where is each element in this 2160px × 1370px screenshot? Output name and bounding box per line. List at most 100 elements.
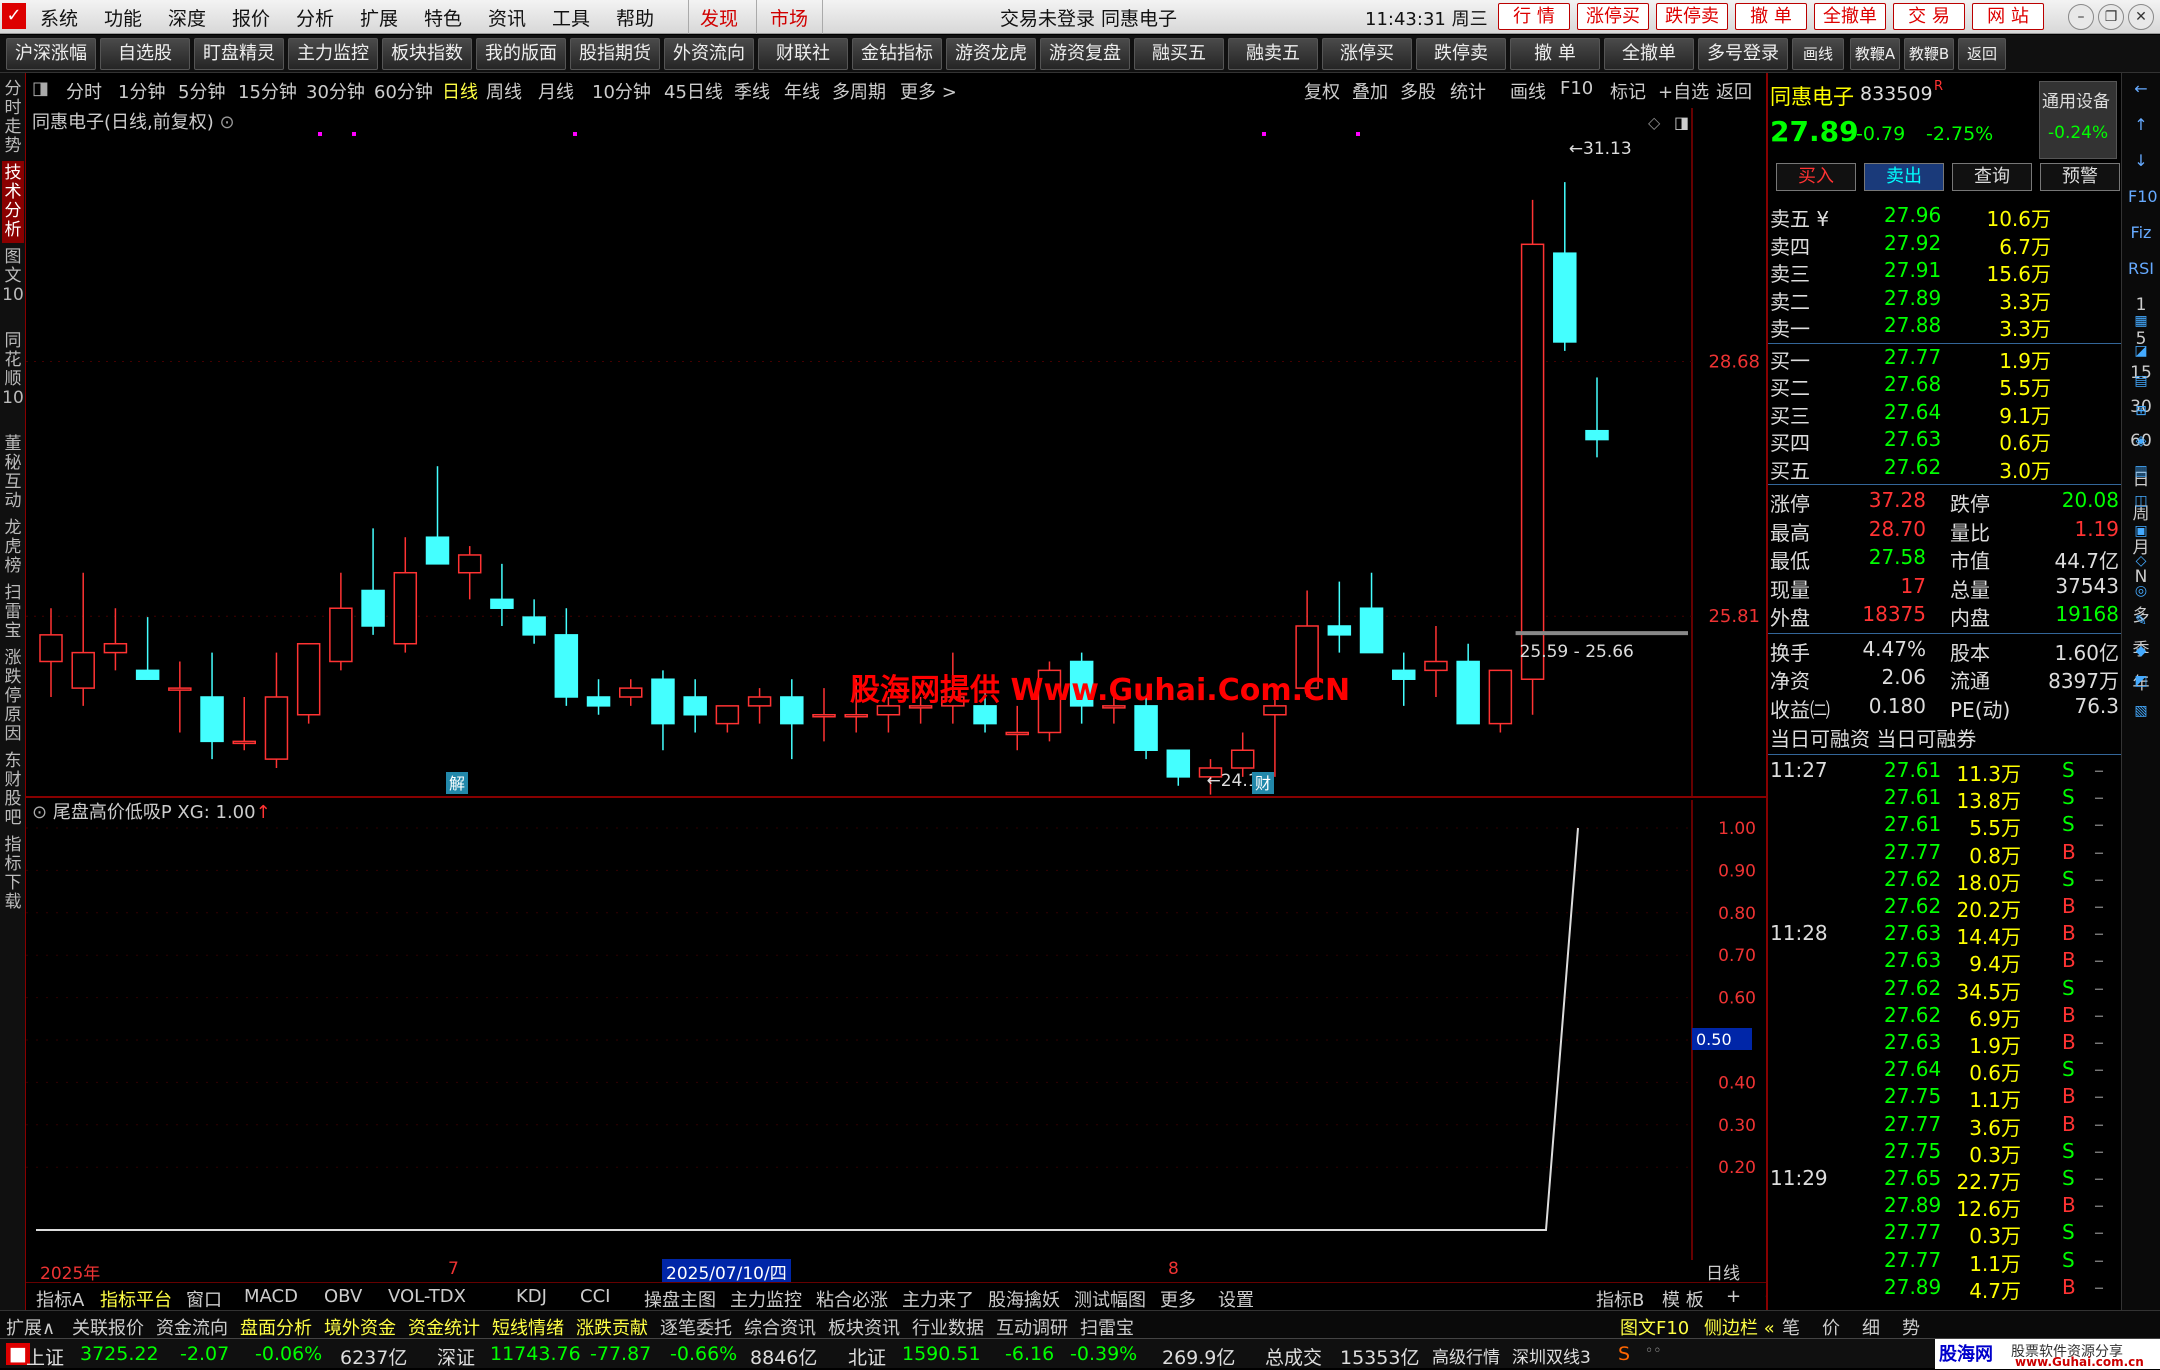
top-button-3[interactable]: 撤 单 [1735, 3, 1807, 30]
tool-icon[interactable]: ▥ [2128, 463, 2154, 479]
menu-item-10[interactable]: 发现 [700, 4, 738, 31]
indicator-tab-15[interactable]: 设置 [1218, 1286, 1254, 1312]
tool-icon[interactable]: ◫ [2128, 493, 2154, 509]
period-0[interactable]: 分时 [66, 78, 102, 104]
diamond-icon[interactable]: ◇ [1648, 113, 1661, 132]
tool-icon[interactable]: ▤ [2128, 373, 2154, 389]
period-6[interactable]: 日线 [442, 78, 478, 104]
indicator-tab-5[interactable]: VOL-TDX [388, 1286, 466, 1307]
period-10[interactable]: 45日线 [664, 78, 723, 104]
toolbar-button-5[interactable]: 我的版面 [476, 38, 566, 70]
tool-icon[interactable]: ◆ [2128, 643, 2154, 659]
ext-tab-11[interactable]: 行业数据 [912, 1314, 984, 1340]
chart-tool-2[interactable]: 多股 [1400, 78, 1436, 104]
window-toggle-icon[interactable]: ◨ [1674, 113, 1689, 132]
indicator-tab-4[interactable]: OBV [324, 1286, 362, 1307]
tool-icon[interactable]: ◈ [2128, 433, 2154, 449]
ext-tab-right-2[interactable]: 笔 [1782, 1314, 1800, 1340]
menu-item-2[interactable]: 深度 [168, 4, 206, 31]
period-1[interactable]: 1分钟 [118, 78, 165, 104]
minimize-icon[interactable]: – [2068, 4, 2094, 30]
toolbar-button-11[interactable]: 游资复盘 [1040, 38, 1130, 70]
period-8[interactable]: 月线 [538, 78, 574, 104]
indicator-tab-right-0[interactable]: 指标B [1596, 1286, 1644, 1312]
ext-tab-7[interactable]: 涨跌贡献 [576, 1314, 648, 1340]
period-2[interactable]: 5分钟 [178, 78, 225, 104]
chart-tool-7[interactable]: +自选 [1658, 78, 1709, 104]
menu-item-8[interactable]: 工具 [552, 4, 590, 31]
period-14[interactable]: 更多 > [900, 78, 957, 104]
toolbar-button-8[interactable]: 财联社 [758, 38, 848, 70]
panel-toggle-icon[interactable]: ◨ [32, 78, 49, 99]
toolbar-button-18[interactable]: 多号登录 [1698, 38, 1788, 70]
period-5[interactable]: 60分钟 [374, 78, 433, 104]
indicator-tab-0[interactable]: 指标A [36, 1286, 84, 1312]
right-icon-1[interactable]: ↑ [2128, 115, 2154, 134]
side-tab-9[interactable]: 指标下载 [2, 833, 24, 915]
menu-item-1[interactable]: 功能 [104, 4, 142, 31]
indicator-tab-2[interactable]: 窗口 [186, 1286, 222, 1312]
tool-icon[interactable]: ▣ [2128, 523, 2154, 539]
tool-icon[interactable]: ⊞ [2128, 403, 2154, 419]
ext-tab-1[interactable]: 关联报价 [72, 1314, 144, 1340]
toolbar-button-16[interactable]: 撤 单 [1510, 38, 1600, 70]
indicator-tab-8[interactable]: 操盘主图 [644, 1286, 716, 1312]
indicator-tab-7[interactable]: CCI [580, 1286, 610, 1307]
toolbar-button-4[interactable]: 板块指数 [382, 38, 472, 70]
ext-tab-0[interactable]: 扩展∧ [6, 1314, 55, 1340]
tool-icon[interactable]: ◩ [2128, 673, 2154, 689]
toolbar-button-20[interactable]: 教鞭A [1850, 38, 1900, 70]
toolbar-button-2[interactable]: 盯盘精灵 [194, 38, 284, 70]
ext-tab-10[interactable]: 板块资讯 [828, 1314, 900, 1340]
chart-tool-3[interactable]: 统计 [1450, 78, 1486, 104]
indicator-chart[interactable]: 1.00 0.90 0.80 0.70 0.60 0.40 0.30 0.20 0.50 [26, 800, 1766, 1260]
ext-tab-right-1[interactable]: 侧边栏 « [1704, 1314, 1775, 1340]
menu-item-11[interactable]: 市场 [770, 4, 808, 31]
indicator-tab-3[interactable]: MACD [244, 1286, 298, 1307]
tool-icon[interactable]: ✎ [2128, 613, 2154, 629]
side-tab-2[interactable]: 图文10 [2, 245, 24, 327]
right-icon-3[interactable]: F10 [2128, 187, 2158, 206]
toolbar-button-0[interactable]: 沪深涨幅 [6, 38, 96, 70]
chart-tool-8[interactable]: 返回 [1716, 78, 1752, 104]
app-logo-icon[interactable]: ✓ [2, 3, 26, 29]
side-tab-1[interactable]: 技术分析 [2, 161, 24, 243]
tool-icon[interactable]: ▦ [2128, 313, 2154, 329]
period-3[interactable]: 15分钟 [238, 78, 297, 104]
indicator-tab-12[interactable]: 股海擒妖 [988, 1286, 1060, 1312]
indicator-tab-13[interactable]: 测试幅图 [1074, 1286, 1146, 1312]
side-tab-4[interactable]: 董秘互动 [2, 432, 24, 514]
period-13[interactable]: 多周期 [832, 78, 886, 104]
menu-item-9[interactable]: 帮助 [616, 4, 654, 31]
trade-button-1[interactable]: 卖出 [1864, 163, 1944, 191]
close-icon[interactable]: ✕ [2128, 4, 2154, 30]
toolbar-button-12[interactable]: 融买五 [1134, 38, 1224, 70]
side-tab-6[interactable]: 扫雷宝 [2, 581, 24, 644]
menu-item-0[interactable]: 系统 [40, 4, 78, 31]
right-icon-6[interactable]: 1 [2128, 295, 2154, 315]
ext-tab-right-5[interactable]: 势 [1902, 1314, 1920, 1340]
ext-tab-4[interactable]: 境外资金 [324, 1314, 396, 1340]
top-button-1[interactable]: 涨停买 [1577, 3, 1649, 30]
period-7[interactable]: 周线 [486, 78, 522, 104]
ext-tab-2[interactable]: 资金流向 [156, 1314, 228, 1340]
toolbar-button-10[interactable]: 游资龙虎 [946, 38, 1036, 70]
side-tab-5[interactable]: 龙虎榜 [2, 516, 24, 579]
weibo-icon[interactable]: S [1618, 1343, 1630, 1365]
toolbar-button-9[interactable]: 金钻指标 [852, 38, 942, 70]
ext-tab-3[interactable]: 盘面分析 [240, 1314, 312, 1340]
trade-button-2[interactable]: 查询 [1952, 163, 2032, 191]
tool-icon[interactable]: ◪ [2128, 343, 2154, 359]
side-tab-3[interactable]: 同花顺10 [2, 329, 24, 430]
right-icon-4[interactable]: Fiz [2128, 223, 2154, 242]
indicator-tab-right-1[interactable]: 模 板 [1662, 1286, 1704, 1312]
ext-tab-5[interactable]: 资金统计 [408, 1314, 480, 1340]
toolbar-button-15[interactable]: 跌停卖 [1416, 38, 1506, 70]
menu-item-6[interactable]: 特色 [424, 4, 462, 31]
right-icon-0[interactable]: ← [2128, 79, 2154, 98]
toolbar-button-19[interactable]: 画线 [1792, 38, 1844, 70]
ext-tab-right-4[interactable]: 细 [1862, 1314, 1880, 1340]
top-button-2[interactable]: 跌停卖 [1656, 3, 1728, 30]
side-tab-8[interactable]: 东财股吧 [2, 749, 24, 831]
right-icon-5[interactable]: RSI [2128, 259, 2154, 278]
